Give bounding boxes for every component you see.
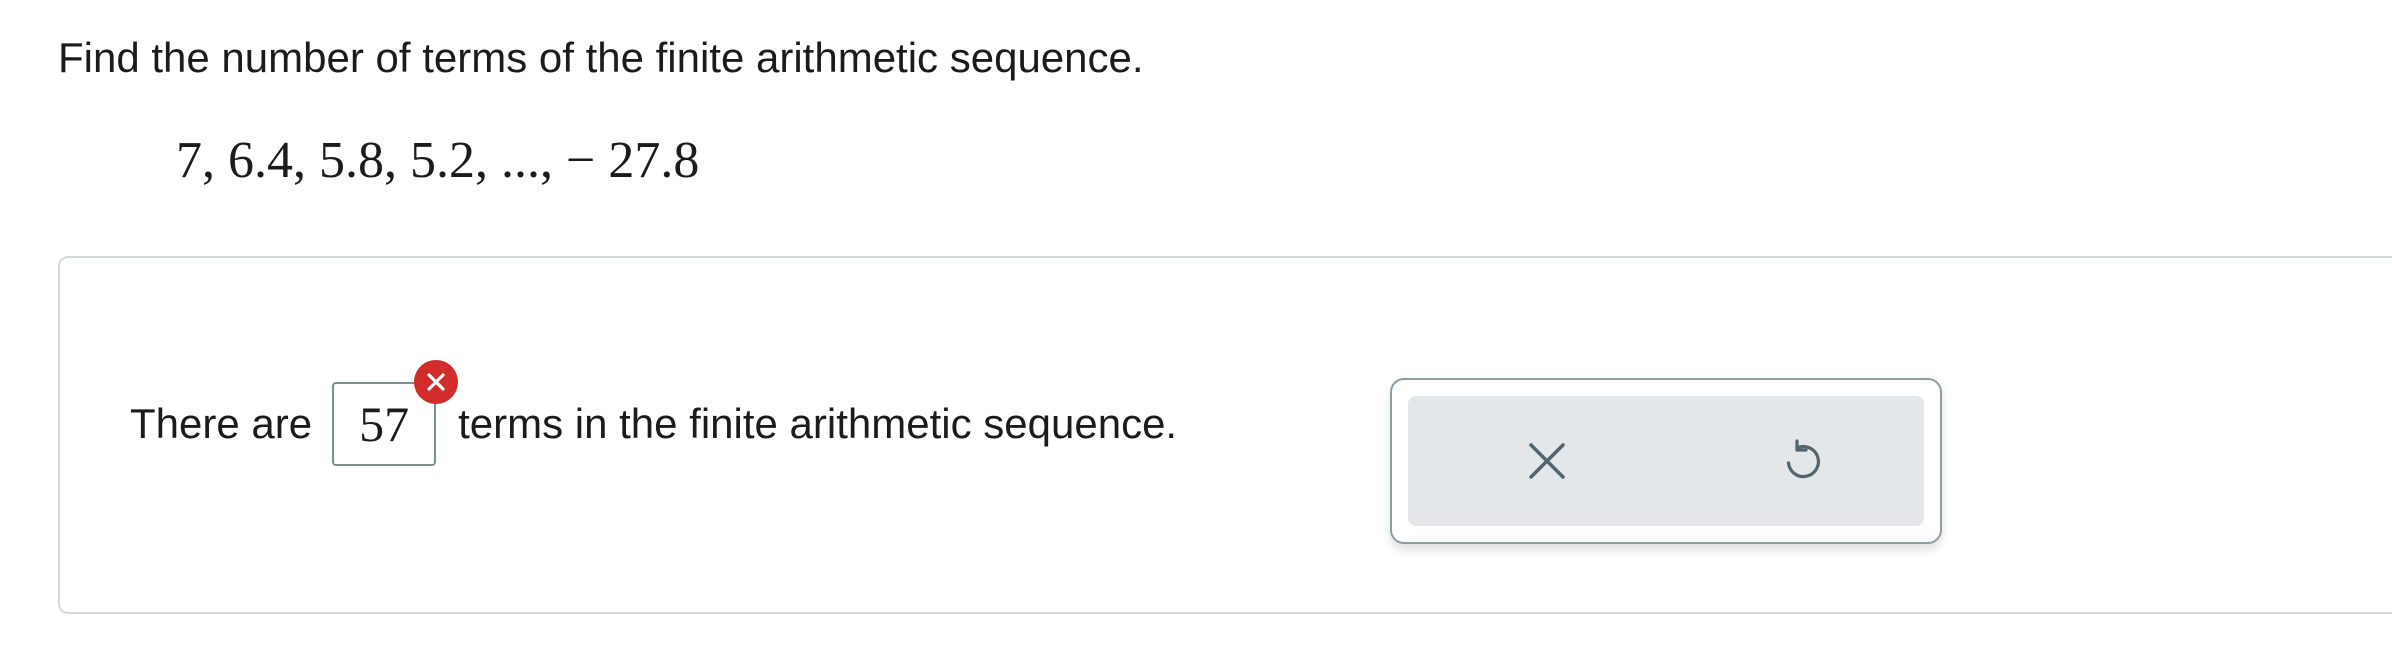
answer-actions-toolbar	[1408, 396, 1924, 526]
x-icon	[1529, 443, 1565, 479]
answer-suffix: terms in the finite arithmetic sequence.	[458, 400, 1178, 447]
answer-actions-panel	[1390, 378, 1942, 544]
answer-input[interactable]: 57	[332, 360, 459, 466]
sequence-expression: 7, 6.4, 5.8, 5.2, ..., − 27.8	[176, 132, 700, 189]
undo-icon	[1786, 439, 1820, 479]
undo-button[interactable]	[1768, 426, 1838, 496]
answer-panel: There are 57 terms in the finite arithme…	[58, 256, 2392, 614]
answer-sentence: There are 57 terms in the finite arithme…	[130, 360, 1178, 466]
answer-prefix: There are	[130, 400, 313, 447]
question-prompt: Find the number of terms of the finite a…	[58, 34, 1144, 81]
clear-button[interactable]	[1512, 426, 1582, 496]
answer-value: 57	[359, 396, 410, 452]
incorrect-icon	[414, 360, 459, 404]
